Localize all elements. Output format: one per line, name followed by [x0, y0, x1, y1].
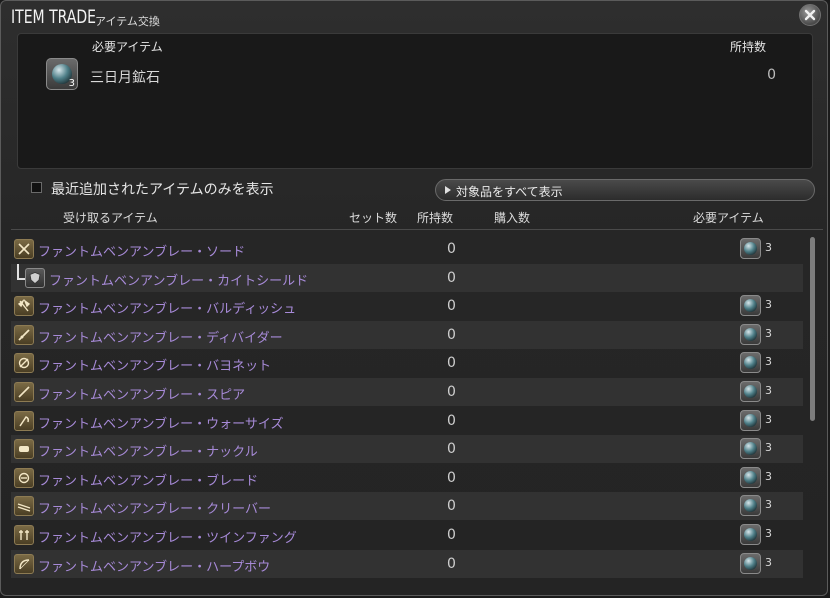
- item-owned: 0: [447, 241, 456, 257]
- twinfang-icon: [14, 525, 34, 545]
- item-owned: 0: [447, 527, 456, 543]
- item-name[interactable]: ファントムベンアンブレー・ソード: [38, 241, 245, 260]
- item-name[interactable]: ファントムベンアンブレー・スピア: [38, 384, 245, 403]
- required-count: 3: [765, 441, 772, 455]
- knuckle-icon: [14, 439, 34, 460]
- item-owned: 0: [447, 469, 456, 486]
- item-owned: 0: [447, 326, 456, 343]
- ore-icon[interactable]: [740, 495, 761, 517]
- item-row[interactable]: ファントムベンアンブレー・バルディッシュ 0 3: [11, 292, 803, 320]
- item-name[interactable]: ファントムベンアンブレー・ブレード: [38, 470, 258, 489]
- required-count: 3: [765, 241, 772, 254]
- item-name[interactable]: ファントムベンアンブレー・ハープボウ: [38, 556, 270, 575]
- item-row[interactable]: ファントムベンアンブレー・ソード 0 3: [11, 235, 803, 263]
- show-all-button[interactable]: 対象品をすべて表示: [435, 179, 815, 201]
- item-row[interactable]: ファントムベンアンブレー・バヨネット 0 3: [11, 349, 803, 377]
- item-owned: 0: [447, 269, 456, 286]
- greatsword-icon: [14, 324, 34, 345]
- item-row[interactable]: ファントムベンアンブレー・ハープボウ 0 3: [11, 549, 803, 578]
- item-name[interactable]: ファントムベンアンブレー・バルディッシュ: [38, 298, 296, 317]
- scythe-icon: [14, 410, 34, 431]
- recent-only-label[interactable]: 最近追加されたアイテムのみを表示: [51, 179, 274, 199]
- ore-icon[interactable]: [740, 438, 761, 460]
- ore-icon[interactable]: [740, 552, 761, 574]
- required-item-count: 3: [68, 78, 75, 89]
- item-owned: 0: [447, 298, 456, 315]
- item-row[interactable]: ファントムベンアンブレー・ナックル 0 3: [11, 435, 803, 464]
- item-row[interactable]: ファントムベンアンブレー・ブレード 0 3: [11, 464, 803, 492]
- required-item-name: 三日月鉱石: [90, 70, 160, 86]
- item-row[interactable]: ファントムベンアンブレー・クリーバー 0 3: [11, 492, 803, 521]
- window-subtitle: アイテム交換: [95, 15, 160, 28]
- item-row[interactable]: ファントムベンアンブレー・ディバイダー 0 3: [11, 320, 803, 349]
- ore-icon[interactable]: [740, 238, 761, 259]
- required-count: 3: [765, 469, 772, 483]
- item-owned: 0: [447, 441, 456, 458]
- play-triangle-icon: [445, 186, 451, 194]
- show-all-label: 対象品をすべて表示: [456, 185, 563, 199]
- required-items-panel: 必要アイテム 所持数 3 三日月鉱石 0: [17, 33, 813, 169]
- owned-header: 所持数: [729, 40, 766, 54]
- sub-branch-connector: [17, 263, 25, 280]
- item-owned: 0: [447, 412, 456, 429]
- ore-icon[interactable]: [740, 466, 761, 488]
- gunblade-icon: [14, 353, 34, 374]
- column-purchase: 購入数: [494, 211, 531, 225]
- spear-icon: [14, 382, 34, 402]
- cleaver-icon: [14, 496, 34, 517]
- axe-icon: [14, 296, 34, 317]
- shield-icon: [25, 267, 45, 288]
- column-receive: 受け取るアイテム: [63, 211, 158, 225]
- required-count: 3: [765, 498, 772, 512]
- ore-icon[interactable]: [740, 352, 761, 374]
- required-count: 3: [765, 355, 772, 369]
- katana-icon: [14, 467, 34, 488]
- list-scrollbar[interactable]: [810, 237, 815, 421]
- required-item-owned: 0: [767, 67, 776, 83]
- required-count: 3: [765, 326, 772, 340]
- column-set-count[interactable]: セット数: [349, 209, 397, 226]
- item-owned: 0: [447, 498, 456, 515]
- item-row[interactable]: ファントムベンアンブレー・カイトシールド 0: [11, 263, 803, 292]
- item-row[interactable]: ファントムベンアンブレー・ウォーサイズ 0 3: [11, 407, 803, 435]
- item-name[interactable]: ファントムベンアンブレー・ウォーサイズ: [38, 413, 283, 432]
- required-count: 3: [765, 555, 772, 569]
- item-owned: 0: [447, 555, 456, 572]
- bow-icon: [14, 553, 34, 574]
- close-button[interactable]: [799, 4, 821, 26]
- item-name[interactable]: ファントムベンアンブレー・ツインファング: [38, 527, 297, 546]
- close-icon: [804, 9, 816, 21]
- header-divider: [11, 229, 823, 230]
- item-owned: 0: [447, 355, 456, 372]
- item-name[interactable]: ファントムベンアンブレー・クリーバー: [38, 498, 271, 517]
- ore-icon[interactable]: [740, 323, 761, 345]
- ore-icon[interactable]: [740, 524, 761, 545]
- window-title: ITEM TRADE: [11, 6, 96, 28]
- recent-only-checkbox[interactable]: [31, 182, 42, 193]
- item-owned: 0: [447, 384, 456, 400]
- item-name[interactable]: ファントムベンアンブレー・ナックル: [38, 441, 258, 460]
- ore-icon[interactable]: 3: [46, 58, 78, 90]
- required-count: 3: [765, 412, 772, 426]
- column-required: 必要アイテム: [693, 211, 764, 225]
- item-name[interactable]: ファントムベンアンブレー・カイトシールド: [49, 270, 308, 289]
- required-count: 3: [765, 298, 772, 312]
- item-name[interactable]: ファントムベンアンブレー・ディバイダー: [38, 327, 283, 346]
- ore-icon[interactable]: [740, 381, 761, 402]
- column-owned[interactable]: 所持数: [417, 209, 453, 226]
- sword-icon: [14, 239, 34, 259]
- item-trade-window: ITEM TRADE アイテム交換 必要アイテム 所持数 3 三日月鉱石 0 最…: [0, 0, 828, 596]
- required-count: 3: [765, 527, 772, 540]
- ore-icon[interactable]: [740, 409, 761, 431]
- item-name[interactable]: ファントムベンアンブレー・バヨネット: [38, 355, 271, 374]
- item-row[interactable]: ファントムベンアンブレー・ツインファング 0 3: [11, 521, 803, 549]
- required-items-header: 必要アイテム: [92, 40, 163, 54]
- title-bar[interactable]: ITEM TRADE アイテム交換: [1, 1, 827, 33]
- item-row[interactable]: ファントムベンアンブレー・スピア 0 3: [11, 378, 803, 406]
- ore-icon[interactable]: [740, 295, 761, 317]
- required-count: 3: [765, 384, 772, 397]
